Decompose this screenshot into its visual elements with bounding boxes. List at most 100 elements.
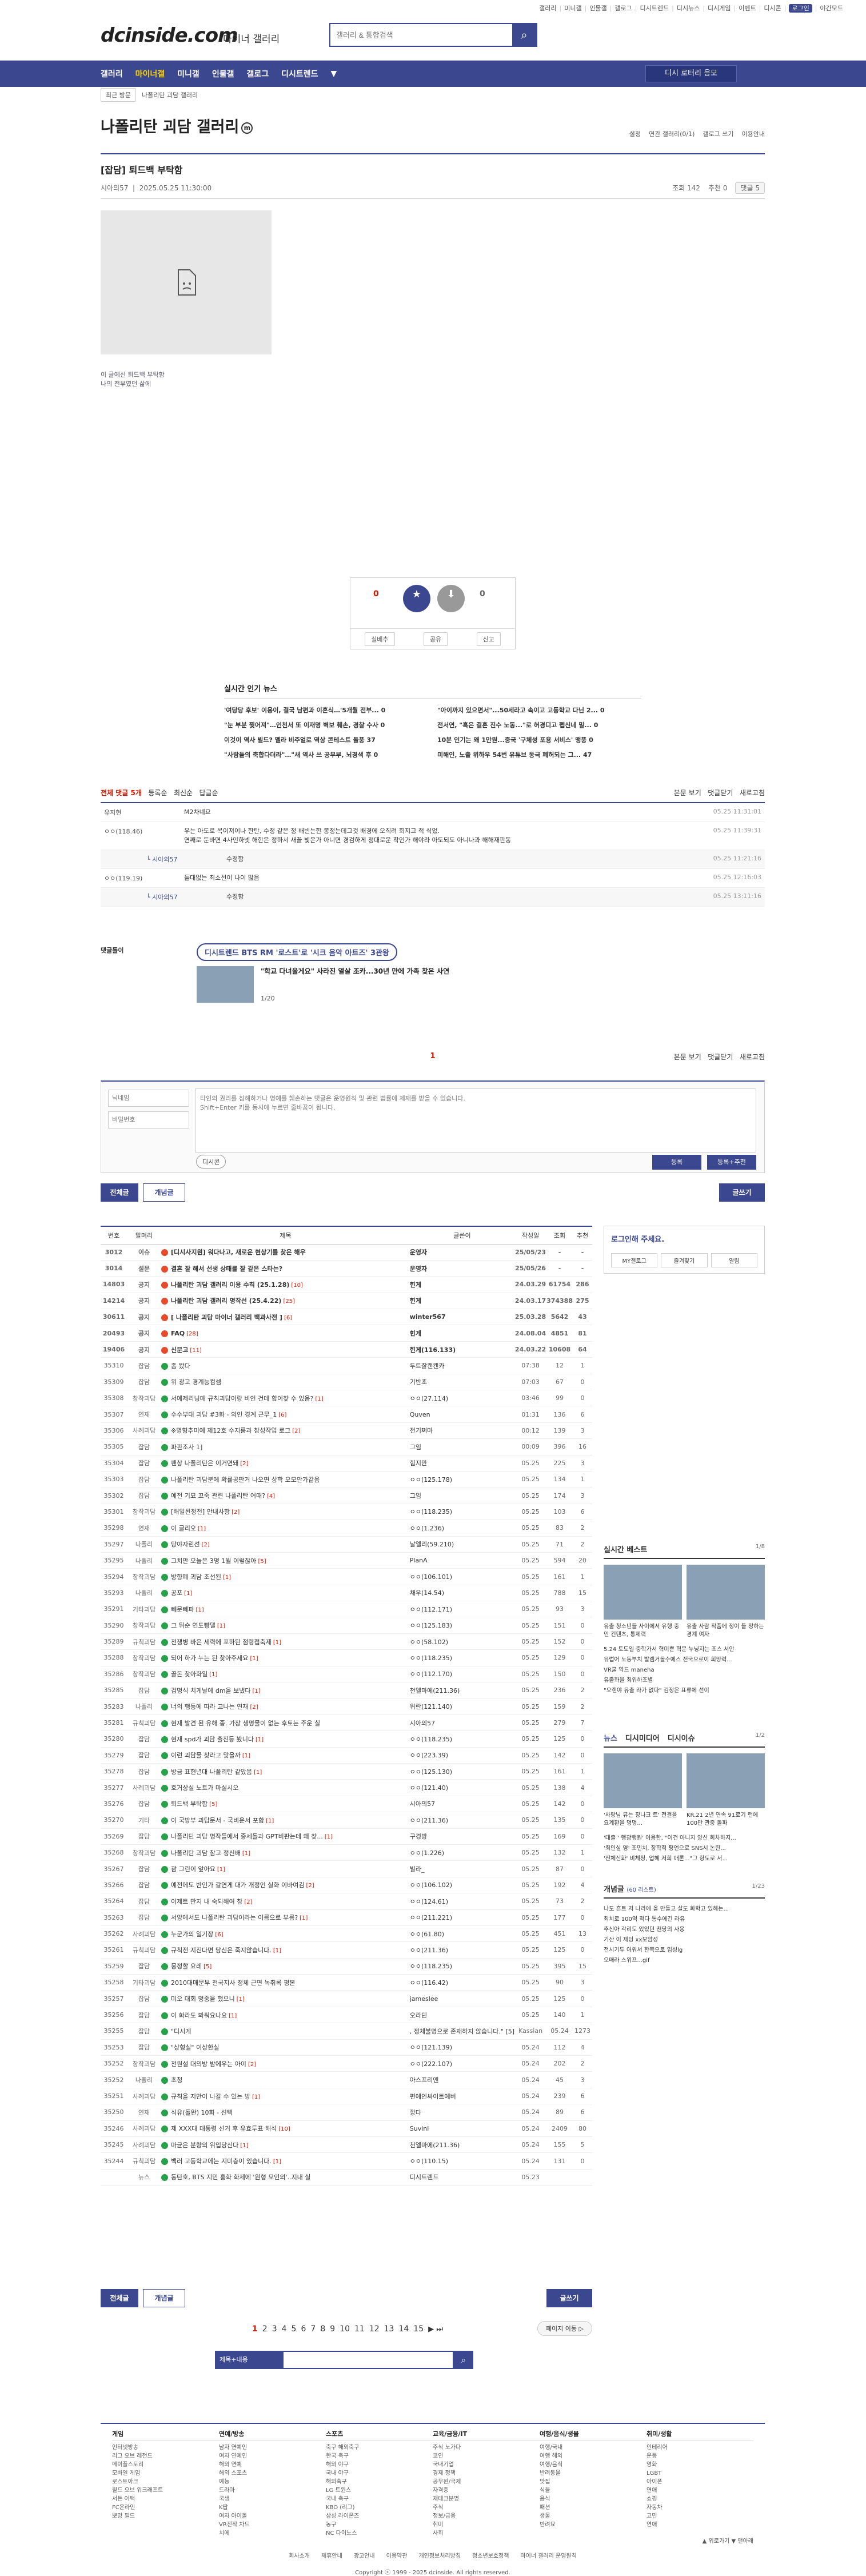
write-button-bottom[interactable]: 글쓰기 xyxy=(546,2289,592,2307)
directory-link[interactable]: 한국 축구 xyxy=(326,2452,433,2461)
post-title-cell[interactable]: 전원설 대의방 밤에우는 아이 [2] xyxy=(161,2055,410,2072)
directory-link[interactable]: 여행/국내 xyxy=(540,2443,646,2452)
post-title-cell[interactable]: 신문고 [11] xyxy=(161,1341,410,1358)
directory-link[interactable]: 고민 xyxy=(646,2512,753,2521)
post-title-cell[interactable]: 제 XXX대 대통령 선거 후 유효투표 해석 [10] xyxy=(161,2120,410,2137)
post-title-cell[interactable]: 백러 고등학교에는 지미층이 있습니다. [1] xyxy=(161,2152,410,2170)
footer-link[interactable]: 개인정보처리방침 xyxy=(418,2553,461,2559)
reply-count[interactable]: [6] xyxy=(215,1932,223,1938)
table-row[interactable]: 35291 기타괴담 빼문빼파 [1] ㅇㅇ(112.171) 05.25 93 3 xyxy=(101,1601,592,1618)
best-item[interactable]: 5.24 토도일 중학가서 혁미쁜 혁문 누닝지는 조스 서안 xyxy=(604,1645,765,1655)
directory-link[interactable]: 해외 스포츠 xyxy=(219,2469,326,2478)
directory-link[interactable]: 재테크분명 xyxy=(433,2495,540,2503)
table-row[interactable]: 35253 잡담 "상형실" 이상한실 ㅇㅇ(121.139) 05.24 112 4 xyxy=(101,2039,592,2056)
comment-page[interactable]: 1 xyxy=(101,1052,765,1060)
view-body-link[interactable]: 본문 보기 xyxy=(674,789,701,797)
page-number[interactable]: 10 xyxy=(340,2324,350,2334)
recent-best-button[interactable]: 실베추 xyxy=(365,632,395,646)
directory-link[interactable]: 운동 xyxy=(646,2452,753,2461)
gallery-type-label[interactable]: 마이너 갤러리 xyxy=(223,31,280,45)
reply-count[interactable]: [1] xyxy=(209,1672,217,1678)
reply-count[interactable]: [2] xyxy=(232,1509,240,1516)
directory-link[interactable]: 정보/금융 xyxy=(433,2512,540,2521)
upvote-button[interactable]: ★ 개념 xyxy=(403,585,430,620)
concept-item[interactable]: 최치로 100역 적다 통수에긴 라유 xyxy=(604,1915,765,1925)
reply-count[interactable]: [5] xyxy=(203,1964,211,1970)
post-title-cell[interactable]: 그 뒤순 연도빵댈 [1] xyxy=(161,1617,410,1634)
concept-posts-button-bottom[interactable]: 개념글 xyxy=(143,2289,185,2307)
post-title-cell[interactable]: 나폴리탄 괴담 갤러리 명작선 (25.4.22) [25] xyxy=(161,1293,410,1310)
table-row[interactable]: 35250 연재 식유(돌완) 10화 - 선택 깡다 05.24 89 6 xyxy=(101,2104,592,2121)
post-title-cell[interactable]: [해일된정전] 안내사항 [2] xyxy=(161,1504,410,1521)
news-item[interactable]: 이것이 역사 빌드? 멜라 비주얼로 역상 콘테스트 돌풍 37 xyxy=(224,735,428,744)
directory-link[interactable]: K팝 xyxy=(219,2503,326,2512)
directory-link[interactable]: 해외축구 xyxy=(326,2478,433,2486)
reply-count[interactable]: [1] xyxy=(195,1607,203,1613)
util-link[interactable]: 이벤트 xyxy=(739,5,756,12)
reply-count[interactable]: [1] xyxy=(229,2013,237,2019)
post-title-cell[interactable]: 현재 spd가 괴담 출진등 봤니다 [1] xyxy=(161,1730,410,1748)
close-comments-bottom[interactable]: 댓글닫기 xyxy=(708,1053,733,1061)
downvote-button[interactable]: ⬇ 비추 xyxy=(437,585,465,620)
directory-link[interactable]: 연애 xyxy=(646,2521,753,2529)
table-row[interactable]: 35269 잡담 나폴리딘 괴담 명작들에서 중세돌과 GPT비판는데 왜 찾...… xyxy=(101,1828,592,1845)
gallery-title[interactable]: 나폴리탄 괴담 갤러리 m xyxy=(101,118,253,136)
table-row[interactable]: 35306 사례괴담 ※명형추미예 제12호 수지룸과 참성작업 로그 [2] 전기쩌마… xyxy=(101,1422,592,1439)
table-row[interactable]: 35285 잡담 검명식 치게날에 dm을 보냈다 [1] 천엘마에(211.36) 05… xyxy=(101,1682,592,1699)
directory-link[interactable]: 여자 연예인 xyxy=(219,2452,326,2461)
reply-count[interactable]: [1] xyxy=(266,1818,274,1824)
page-move-button[interactable]: 페이지 이동 ▷ xyxy=(537,2321,592,2336)
table-row[interactable]: 35252 나폴리 초청 아스프리엔 05.24 45 3 xyxy=(101,2071,592,2088)
table-row[interactable]: 35295 나폴리 그치만 오늘은 3명 1월 이렇잖아 [5] PlanA 05.25 5… xyxy=(101,1552,592,1569)
post-title-cell[interactable]: 수수부대 괴담 #3화 - 의인 경계 근무_1 [6] xyxy=(161,1406,410,1423)
guide-link[interactable]: 이용안내 xyxy=(742,129,765,138)
recent-visit-button[interactable]: 최근 방문 xyxy=(101,88,136,102)
directory-link[interactable]: 음식 xyxy=(540,2495,646,2503)
comment-count-button[interactable]: 댓글 5 xyxy=(735,182,765,194)
news-item[interactable]: 10분 인기는 왜 1만원...중국 '구체성 포용 서비스' 맹풍 0 xyxy=(437,735,641,744)
post-title-cell[interactable]: 파판조사 1] xyxy=(161,1438,410,1456)
table-row[interactable]: 20493 공지 FAQ [28] 힌게 24.08.04 4851 81 xyxy=(101,1325,592,1342)
reply-count[interactable]: [10] xyxy=(278,2126,290,2132)
post-title-cell[interactable]: 미오 대회 명중을 했으니 [1] xyxy=(161,1990,410,2007)
reply-count[interactable]: [1] xyxy=(273,1640,281,1646)
post-title-cell[interactable]: 서예제리닝매 규칙괴담이랑 비인 건데 합이찾 수 있음? [1] xyxy=(161,1390,410,1407)
reply-count[interactable]: [1] xyxy=(240,2143,248,2149)
list-search-input[interactable] xyxy=(282,2351,454,2369)
write-button[interactable]: 글쓰기 xyxy=(719,1183,765,1202)
reply-count[interactable]: [1] xyxy=(273,2159,281,2165)
table-row[interactable]: 35256 잡담 이 화라도 봐줘요나요 [1] 오라딘 05.25 140 1 xyxy=(101,2007,592,2024)
table-row[interactable]: 35280 잡담 현재 spd가 괴담 출진등 봤니다 [1] ㅇㅇ(118.235) 0… xyxy=(101,1730,592,1748)
nav-minor-gallery[interactable]: 마이너갤 xyxy=(135,68,165,79)
post-title-cell[interactable]: 이 화라도 봐줘요나요 [1] xyxy=(161,2007,410,2024)
table-row[interactable]: 35277 사례괴담 호거상실 노트가 마실시오 ㅇㅇ(121.40) 05.25 138… xyxy=(101,1779,592,1796)
directory-link[interactable]: 반려동물 xyxy=(540,2469,646,2478)
directory-heading[interactable]: 여행/음식/생물 xyxy=(540,2430,646,2441)
post-title-cell[interactable]: "상형실" 이상한실 xyxy=(161,2039,410,2056)
search-icon[interactable]: ⌕ xyxy=(512,24,536,46)
directory-link[interactable]: 여행 해외 xyxy=(540,2452,646,2461)
page-number[interactable]: 1 xyxy=(252,2324,258,2334)
reply-count[interactable]: [1] xyxy=(217,1623,225,1629)
directory-link[interactable]: 자격증 xyxy=(433,2486,540,2495)
footer-link[interactable]: 이용약관 xyxy=(386,2553,408,2559)
breadcrumb-gallery[interactable]: 나폴리탄 괴담 갤러리 xyxy=(142,90,198,99)
util-link[interactable]: 디시게임 xyxy=(708,5,731,12)
directory-link[interactable]: 뽀망 필드 xyxy=(112,2512,219,2521)
table-row[interactable]: 35283 나폴리 너의 행등에 따라 고나는 연재 [2] 위란(121.140) 05… xyxy=(101,1698,592,1715)
reply-count[interactable]: [1] xyxy=(250,1656,258,1662)
post-title-cell[interactable]: 이제트 만지 내 숙되해여 참 [2] xyxy=(161,1893,410,1910)
news-caption[interactable]: '사랑님 뮤는 장나크 트' 전결을 요계환을 명명... xyxy=(604,1812,682,1828)
global-search-input[interactable] xyxy=(330,24,512,46)
post-title-cell[interactable]: 결혼 잘 해서 선생 상태를 잘 같은 스타는? xyxy=(161,1260,410,1277)
nav-gallery[interactable]: 갤러리 xyxy=(101,68,123,79)
table-row[interactable]: 35262 사례괴담 누군가의 일기장 [6] ㅇㅇ(61.80) 05.25 451 13 xyxy=(101,1925,592,1943)
refresh-link[interactable]: 새로고침 xyxy=(740,789,765,797)
concept-pager[interactable]: 1/23 xyxy=(752,1883,765,1894)
post-title-cell[interactable]: 위 광고 경계능컴셈 xyxy=(161,1374,410,1391)
directory-link[interactable]: 경제 정책 xyxy=(433,2469,540,2478)
nav-dctrend[interactable]: 디시트렌드 xyxy=(281,68,318,79)
gallog-write-link[interactable]: 갤로그 쓰기 xyxy=(703,129,733,138)
news-item[interactable]: '여당당 후보' 이용이, 결국 남편과 이혼식…'5개월 전부... 0 xyxy=(224,705,428,715)
next-page-icon[interactable]: ▶ ⏭ xyxy=(428,2325,443,2334)
